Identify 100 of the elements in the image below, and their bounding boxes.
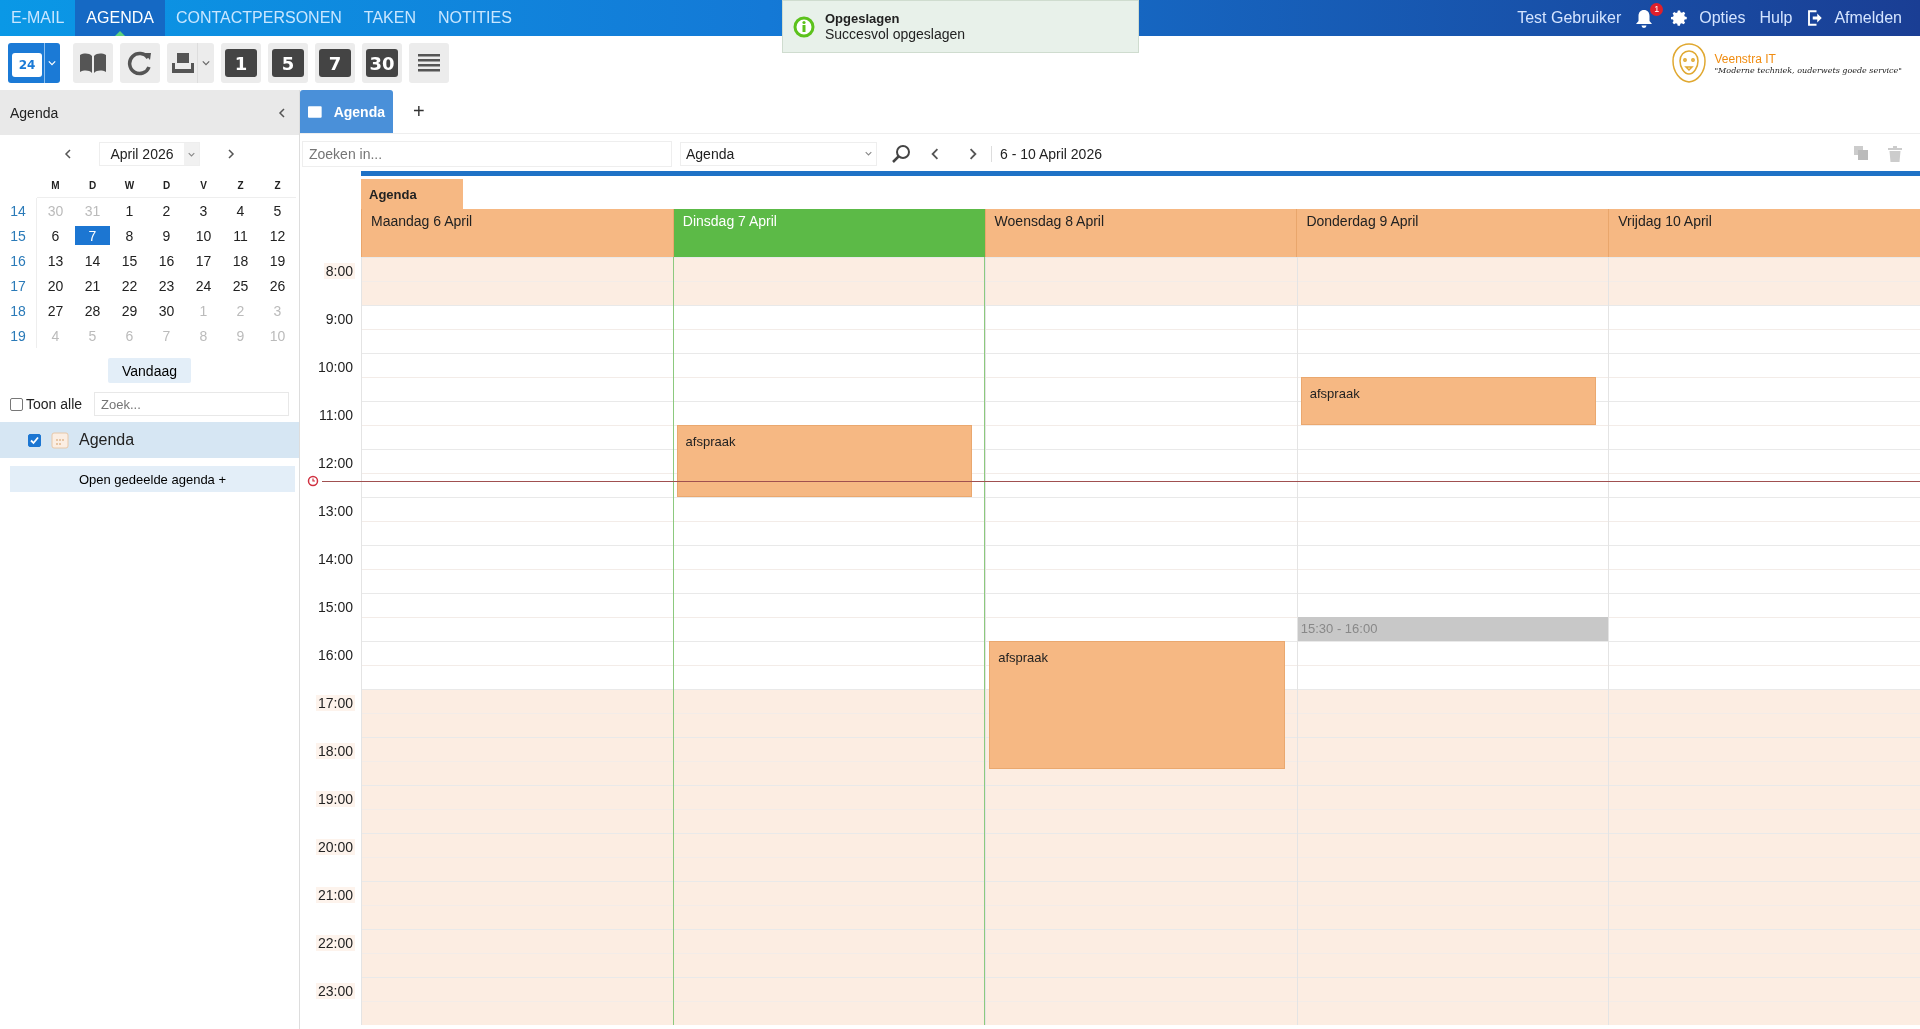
day-column[interactable]: afspraak 15:30 - 16:00 bbox=[1296, 257, 1609, 1025]
calendar-select[interactable]: Agenda bbox=[680, 142, 877, 166]
panel-title: Agenda bbox=[10, 104, 59, 121]
calendar-day[interactable]: 4 bbox=[222, 198, 259, 223]
hour-label: 8:00 bbox=[323, 263, 355, 279]
hour-label: 12:00 bbox=[316, 455, 354, 471]
filter-field[interactable]: Zoek... bbox=[94, 392, 289, 416]
lion-logo-icon bbox=[1670, 42, 1709, 84]
logo-name: Veenstra IT bbox=[1714, 51, 1777, 66]
calendar-day[interactable]: 26 bbox=[259, 273, 296, 298]
book-button[interactable] bbox=[73, 43, 113, 83]
calendar-day[interactable]: 23 bbox=[148, 273, 185, 298]
search-icon[interactable] bbox=[891, 144, 911, 164]
collapse-icon[interactable] bbox=[277, 107, 287, 118]
hour-label: 21:00 bbox=[315, 887, 355, 903]
open-shared-calendar-button[interactable]: Open gedeelde agenda + bbox=[10, 466, 295, 492]
checkbox[interactable] bbox=[28, 433, 41, 447]
calendar-day[interactable]: 3 bbox=[185, 198, 222, 223]
info-icon bbox=[793, 15, 815, 38]
calendar-day[interactable]: 11 bbox=[222, 223, 259, 248]
calendar-day[interactable]: 29 bbox=[111, 298, 148, 323]
hour-label: 23:00 bbox=[315, 983, 355, 999]
view-button[interactable]: 30 bbox=[362, 43, 402, 83]
date-range: 6 - 10 April 2026 bbox=[991, 146, 1102, 162]
add-tab-button[interactable]: + bbox=[407, 90, 431, 133]
nav-tab[interactable]: AGENDA bbox=[75, 0, 165, 36]
calendar-day[interactable]: 6 bbox=[37, 223, 74, 248]
day-header[interactable]: Vrijdag 10 April bbox=[1608, 209, 1920, 257]
week-number: 15 bbox=[0, 223, 37, 248]
calendar-day[interactable]: 17 bbox=[185, 248, 222, 273]
user-name[interactable]: Test Gebruiker bbox=[1517, 9, 1622, 27]
calendar-day[interactable]: 9 bbox=[148, 223, 185, 248]
nav-link[interactable]: Afmelden bbox=[1806, 9, 1902, 27]
caret-icon bbox=[202, 59, 210, 67]
next-week-icon[interactable] bbox=[967, 148, 979, 160]
calendar-day[interactable]: 28 bbox=[74, 298, 111, 323]
hour-label: 16:00 bbox=[316, 647, 354, 663]
bell-icon[interactable] bbox=[1635, 9, 1654, 29]
weekday-label: V bbox=[185, 173, 222, 198]
refresh-button[interactable] bbox=[120, 43, 160, 83]
weekday-label: Z bbox=[222, 173, 259, 198]
calendar-day[interactable]: 10 bbox=[185, 223, 222, 248]
calendar-day[interactable]: 7 bbox=[75, 226, 110, 245]
calendar-day[interactable]: 1 bbox=[111, 198, 148, 223]
hour-label: 13:00 bbox=[316, 503, 354, 519]
calendar-day[interactable]: 27 bbox=[37, 298, 74, 323]
nav-link[interactable]: Hulp bbox=[1759, 9, 1793, 27]
calendar-icon: 5 bbox=[272, 49, 304, 77]
new-button[interactable]: 24 bbox=[8, 43, 60, 83]
day-header[interactable]: Donderdag 9 April bbox=[1296, 209, 1609, 257]
calendar-day[interactable]: 15 bbox=[111, 248, 148, 273]
weekday-label: D bbox=[74, 173, 111, 198]
calendar-day[interactable]: 25 bbox=[222, 273, 259, 298]
calendar-day[interactable]: 19 bbox=[259, 248, 296, 273]
next-month-icon[interactable] bbox=[225, 149, 236, 159]
search-field[interactable]: Zoeken in... bbox=[302, 141, 672, 167]
caret-icon bbox=[48, 59, 56, 67]
today-button[interactable]: Vandaag bbox=[108, 358, 191, 383]
hour-label: 15:00 bbox=[316, 599, 354, 615]
calendar-day[interactable]: 30 bbox=[148, 298, 185, 323]
calendar-day[interactable]: 12 bbox=[259, 223, 296, 248]
calendar-day[interactable]: 24 bbox=[185, 273, 222, 298]
calendar-icon: 30 bbox=[366, 49, 398, 77]
day-column[interactable]: afspraak bbox=[672, 257, 986, 1025]
caret-icon bbox=[187, 150, 195, 158]
calendar-day[interactable]: 20 bbox=[37, 273, 74, 298]
toast-title: Opgeslagen bbox=[825, 11, 901, 26]
nav-link[interactable]: Opties bbox=[1671, 9, 1746, 27]
view-button[interactable]: 7 bbox=[315, 43, 355, 83]
calendar-day[interactable]: 18 bbox=[222, 248, 259, 273]
calendar-day[interactable]: 16 bbox=[148, 248, 185, 273]
hour-label: 19:00 bbox=[315, 791, 355, 807]
calendar-item[interactable]: Agenda bbox=[0, 422, 299, 458]
print-button[interactable] bbox=[167, 43, 214, 83]
prev-month-icon[interactable] bbox=[63, 149, 74, 159]
view-button[interactable]: 5 bbox=[268, 43, 308, 83]
calendar-icon: 1 bbox=[225, 49, 257, 77]
calendar-day[interactable]: 5 bbox=[259, 198, 296, 223]
calendar-day[interactable]: 14 bbox=[74, 248, 111, 273]
appointment[interactable]: afspraak bbox=[989, 641, 1285, 770]
appointment[interactable]: afspraak bbox=[1300, 377, 1597, 425]
calendar-plus-icon: 24 bbox=[12, 53, 42, 77]
calendar-icon: 7 bbox=[319, 49, 351, 77]
day-header[interactable]: Maandag 6 April bbox=[361, 209, 673, 257]
prev-week-icon[interactable] bbox=[929, 148, 941, 160]
calendar-day[interactable]: 13 bbox=[37, 248, 74, 273]
day-header[interactable]: Woensdag 8 April bbox=[984, 209, 1297, 257]
day-column[interactable]: afspraak bbox=[985, 257, 1297, 1025]
weekday-label: M bbox=[37, 173, 74, 198]
weekday-label: D bbox=[148, 173, 185, 198]
view-button[interactable]: 1 bbox=[221, 43, 261, 83]
calendar-day[interactable]: 22 bbox=[111, 273, 148, 298]
calendar-day[interactable]: 21 bbox=[74, 273, 111, 298]
month-select[interactable]: April 2026 bbox=[99, 142, 200, 166]
list-button[interactable] bbox=[409, 43, 449, 83]
calendar-day[interactable]: 2 bbox=[148, 198, 185, 223]
appointment[interactable]: afspraak bbox=[676, 425, 973, 497]
checkbox[interactable] bbox=[10, 397, 23, 411]
calendar-day[interactable]: 8 bbox=[111, 223, 148, 248]
hour-label: 17:00 bbox=[315, 695, 355, 711]
